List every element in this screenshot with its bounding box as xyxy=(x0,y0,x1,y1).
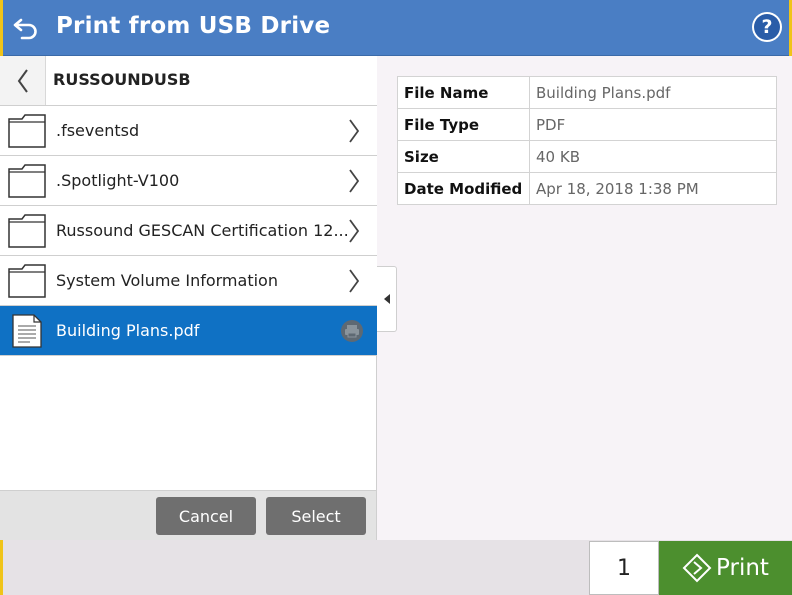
file-label: .Spotlight-V100 xyxy=(56,171,180,190)
table-row: File Name Building Plans.pdf xyxy=(397,76,777,109)
detail-value: Building Plans.pdf xyxy=(529,76,777,109)
detail-value: PDF xyxy=(529,108,777,141)
title-bar: Print from USB Drive ? xyxy=(0,0,792,56)
chevron-right-icon xyxy=(349,219,360,243)
table-row: Size 40 KB xyxy=(397,140,777,173)
print-label: Print xyxy=(716,555,769,581)
copies-field[interactable]: 1 xyxy=(589,541,659,595)
list-item-folder[interactable]: Russound GESCAN Certification 12... xyxy=(0,206,377,256)
detail-key: File Type xyxy=(397,108,530,141)
corner-accent xyxy=(0,0,3,56)
list-item-folder[interactable]: System Volume Information xyxy=(0,256,377,306)
file-label: .fseventsd xyxy=(56,121,140,140)
file-details-table: File Name Building Plans.pdf File Type P… xyxy=(397,76,777,205)
detail-key: File Name xyxy=(397,76,530,109)
caret-left-icon xyxy=(383,294,390,304)
file-list: .fseventsd .Spotlight-V100 Russound GESC… xyxy=(0,106,377,356)
breadcrumb-label: RUSSOUNDUSB xyxy=(53,70,191,89)
page-title: Print from USB Drive xyxy=(56,13,331,39)
folder-icon xyxy=(8,214,46,248)
breadcrumb: RUSSOUNDUSB xyxy=(0,56,377,106)
detail-value: Apr 18, 2018 1:38 PM xyxy=(529,172,777,205)
footer-bar: 1 Print xyxy=(0,540,792,595)
help-icon[interactable]: ? xyxy=(752,12,782,42)
print-status-icon xyxy=(341,320,363,342)
detail-key: Date Modified xyxy=(397,172,530,205)
file-browser-pane: RUSSOUNDUSB .fseventsd .Spotlight-V100 R… xyxy=(0,56,377,540)
folder-icon xyxy=(8,114,46,148)
print-button[interactable]: Print xyxy=(659,541,792,595)
table-row: File Type PDF xyxy=(397,108,777,141)
table-row: Date Modified Apr 18, 2018 1:38 PM xyxy=(397,172,777,205)
print-start-icon xyxy=(682,553,712,583)
folder-icon xyxy=(8,264,46,298)
detail-key: Size xyxy=(397,140,530,173)
action-bar: Cancel Select xyxy=(0,490,376,540)
list-item-folder[interactable]: .Spotlight-V100 xyxy=(0,156,377,206)
document-icon xyxy=(12,314,42,348)
up-folder-button[interactable] xyxy=(0,56,46,105)
file-label: Building Plans.pdf xyxy=(56,321,200,340)
select-button[interactable]: Select xyxy=(266,497,366,535)
help-glyph: ? xyxy=(754,14,780,40)
detail-value: 40 KB xyxy=(529,140,777,173)
file-label: Russound GESCAN Certification 12... xyxy=(56,221,349,240)
cancel-button[interactable]: Cancel xyxy=(156,497,256,535)
list-item-file-selected[interactable]: Building Plans.pdf xyxy=(0,306,377,356)
folder-icon xyxy=(8,164,46,198)
collapse-panel-button[interactable] xyxy=(377,266,397,332)
list-item-folder[interactable]: .fseventsd xyxy=(0,106,377,156)
chevron-right-icon xyxy=(349,269,360,293)
corner-accent xyxy=(0,540,3,595)
chevron-right-icon xyxy=(349,119,360,143)
file-label: System Volume Information xyxy=(56,271,278,290)
chevron-right-icon xyxy=(349,169,360,193)
back-icon[interactable] xyxy=(10,12,42,44)
